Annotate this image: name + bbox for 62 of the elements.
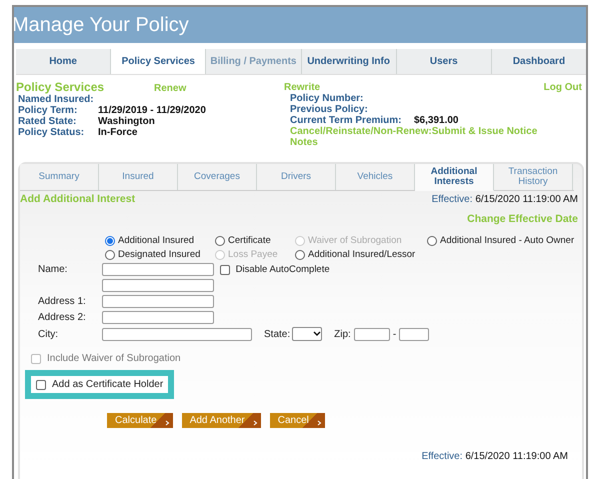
field-value: Washington (98, 116, 155, 127)
logout-link[interactable]: Log Out (544, 82, 582, 93)
action-link[interactable]: Cancel/Reinstate/Non-Renew:Submit & Issue Notice (284, 126, 582, 137)
nav-tab[interactable]: Underwriting Info (300, 49, 396, 74)
field-label: Name: (38, 264, 68, 275)
section-tab[interactable]: Transaction History (494, 164, 573, 190)
section-tab[interactable]: Summary (20, 164, 99, 190)
section-tab[interactable]: Vehicles (336, 164, 415, 190)
field-label: Address 2: (38, 312, 87, 323)
field-label: Policy Number: (289, 93, 364, 104)
field-label: Policy Status: (17, 127, 86, 138)
form-title: Add Additional Interest (20, 193, 136, 205)
field-label: Rated State: (17, 116, 78, 127)
nav-tab[interactable]: Policy Services (110, 49, 206, 74)
effective-date: Effective: 6/15/2020 11:19:00 AM (432, 194, 578, 205)
field-value: 11/29/2019 - 11/29/2020 (98, 105, 206, 116)
chevron-icon (252, 420, 258, 426)
field-value: $6,391.00 (414, 115, 458, 126)
page-title: Manage Your Policy (14, 14, 189, 36)
field-label: Zip: (334, 328, 351, 340)
section-tab[interactable]: Drivers (257, 164, 336, 190)
radio-option[interactable]: Certificate (215, 235, 295, 246)
renew-link[interactable]: Renew (154, 83, 186, 94)
field-label: Named Insured: (17, 94, 95, 105)
action-link[interactable]: Notes (284, 137, 582, 148)
section-tab[interactable]: Insured (99, 164, 178, 190)
field-label: Current Term Premium: (289, 115, 403, 126)
zip-field[interactable] (354, 328, 390, 340)
nav-tab[interactable]: Home (16, 49, 110, 74)
chevron-icon (316, 420, 322, 426)
state-select[interactable] (292, 327, 322, 341)
field-label: State: (264, 328, 290, 340)
radio-option[interactable]: Additional Insured (105, 235, 215, 246)
city-field[interactable] (102, 328, 252, 340)
nav-tab[interactable]: Dashboard (490, 49, 586, 74)
zip-field[interactable] (399, 328, 430, 340)
address-field[interactable] (102, 295, 214, 308)
chevron-icon (164, 420, 170, 426)
action-button[interactable]: Cancel (270, 413, 325, 428)
section-title: Policy Services (16, 80, 106, 94)
name-field[interactable] (102, 263, 214, 276)
field-label: Previous Policy: (289, 104, 369, 115)
name-field[interactable] (102, 279, 214, 292)
autocomplete-checkbox[interactable]: Disable AutoComplete (220, 264, 330, 275)
field-label: Address 1: (38, 296, 87, 307)
radio-option[interactable]: Designated Insured (105, 249, 215, 260)
section-tab[interactable]: Coverages (178, 164, 257, 190)
field-value: In-Force (98, 127, 138, 138)
field-label: Policy Term: (17, 105, 78, 116)
action-button[interactable]: Calculate (107, 413, 173, 428)
caret-icon (313, 331, 322, 337)
action-button[interactable]: Add Another (182, 413, 261, 428)
rewrite-link[interactable]: Rewrite (284, 82, 320, 93)
zip-separator: - (392, 328, 396, 340)
address-field[interactable] (102, 311, 214, 324)
effective-date: Effective: 6/15/2020 11:19:00 AM (422, 451, 568, 462)
section-tab[interactable]: Additional Interests (415, 164, 494, 191)
radio-option[interactable]: Additional Insured - Auto Owner (427, 235, 582, 246)
nav-tab[interactable]: Users (396, 49, 491, 74)
radio-option[interactable]: Additional Insured/Lessor (295, 249, 427, 260)
field-label: City: (38, 328, 59, 340)
change-date-link[interactable]: Change Effective Date (467, 213, 578, 225)
